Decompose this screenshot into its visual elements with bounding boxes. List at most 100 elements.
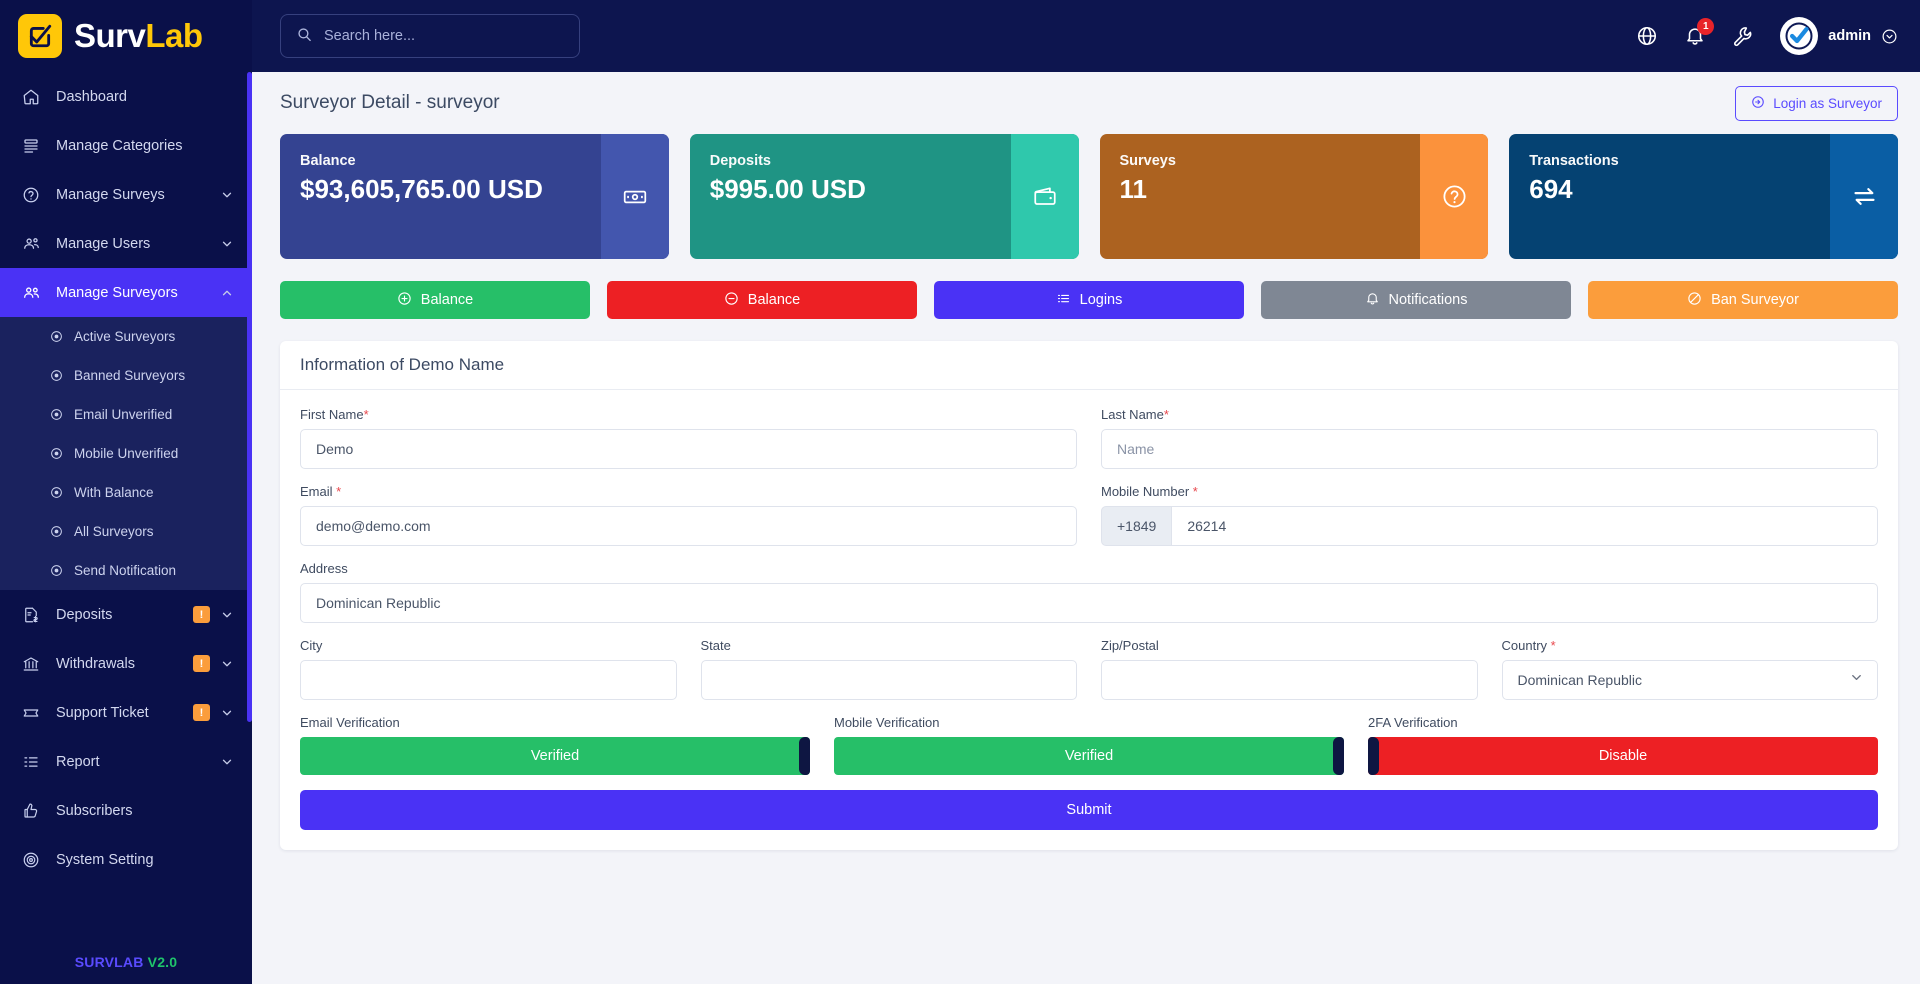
username-label: admin	[1828, 28, 1871, 44]
field-email: Email *	[300, 484, 1077, 546]
sidebar-subitem-label: Active Surveyors	[74, 329, 176, 344]
topbar-right: 1 admin	[1636, 17, 1898, 55]
sidebar-item-system-setting[interactable]: System Setting	[0, 835, 252, 884]
sidebar-item-manage-categories[interactable]: Manage Categories	[0, 121, 252, 170]
sidebar-subitem-all-surveyors[interactable]: All Surveyors	[0, 512, 252, 551]
sidebar-subitem-label: Banned Surveyors	[74, 368, 186, 383]
thumbs-up-icon	[22, 802, 48, 820]
field-first-name: First Name*	[300, 407, 1077, 469]
city-input[interactable]	[300, 660, 677, 700]
bell-icon[interactable]: 1	[1684, 18, 1715, 47]
first-name-input[interactable]	[300, 429, 1077, 469]
zip-postal-input[interactable]	[1101, 660, 1478, 700]
card-body: Transactions 694	[1509, 134, 1830, 259]
required-asterisk: *	[336, 484, 342, 499]
sidebar-subitem-label: With Balance	[74, 485, 154, 500]
brand-logo[interactable]: SurvLab	[0, 0, 252, 72]
verification-toggles: Email Verification Verified Mobile Verif…	[300, 715, 1878, 775]
sidebar-item-manage-surveyors[interactable]: Manage Surveyors	[0, 268, 252, 317]
dot-circle-icon	[50, 447, 72, 460]
dot-circle-icon	[50, 330, 72, 343]
avatar	[1780, 17, 1819, 55]
sidebar-subitem-banned-surveyors[interactable]: Banned Surveyors	[0, 356, 252, 395]
card-value: 11	[1119, 174, 1148, 204]
dot-circle-icon	[50, 369, 72, 382]
globe-icon[interactable]	[1636, 25, 1658, 47]
bell-icon	[1365, 291, 1380, 310]
search-input[interactable]	[324, 28, 564, 44]
action-label: Notifications	[1388, 292, 1468, 308]
country-select-wrap: Dominican Republic	[1501, 660, 1878, 700]
card-body: Balance $93,605,765.00 USD	[280, 134, 601, 259]
submit-button[interactable]: Submit	[300, 790, 1878, 830]
logins-button[interactable]: Logins	[934, 281, 1244, 319]
sidebar-subitem-mobile-unverified[interactable]: Mobile Unverified	[0, 434, 252, 473]
form-row-contact: Email * Mobile Number * +1849	[300, 484, 1878, 546]
action-buttons: Balance Balance Logins Notifications Ban…	[280, 281, 1898, 319]
sidebar-scrollbar[interactable]	[247, 72, 252, 722]
twofa-verification-toggle[interactable]: Disable	[1368, 737, 1878, 775]
stat-card-balance[interactable]: Balance $93,605,765.00 USD	[280, 134, 669, 259]
app-root: SurvLab Dashboard Manage Categories Mana…	[0, 0, 1920, 984]
email-input[interactable]	[300, 506, 1077, 546]
dot-circle-icon	[50, 525, 72, 538]
sidebar-item-report[interactable]: Report	[0, 737, 252, 786]
sidebar-item-dashboard[interactable]: Dashboard	[0, 72, 252, 121]
sidebar-item-deposits[interactable]: Deposits !	[0, 590, 252, 639]
sidebar-item-manage-users[interactable]: Manage Users	[0, 219, 252, 268]
checkbox-check-icon	[18, 14, 62, 58]
state-input[interactable]	[700, 660, 1077, 700]
country-select[interactable]: Dominican Republic	[1501, 660, 1878, 700]
dot-circle-icon	[50, 564, 72, 577]
card-value: $995.00 USD	[709, 174, 866, 204]
add-balance-button[interactable]: Balance	[280, 281, 590, 319]
sidebar-item-label: Withdrawals	[56, 655, 135, 672]
subtract-balance-button[interactable]: Balance	[607, 281, 917, 319]
action-label: Logins	[1079, 292, 1123, 308]
stat-card-surveys[interactable]: Surveys 11	[1099, 134, 1489, 259]
bank-icon	[22, 655, 48, 673]
email-verification-toggle[interactable]: Verified	[300, 737, 810, 775]
stat-card-deposits[interactable]: Deposits $995.00 USD	[689, 134, 1079, 259]
sidebar-item-withdrawals[interactable]: Withdrawals !	[0, 639, 252, 688]
stat-card-transactions[interactable]: Transactions 694	[1509, 134, 1898, 259]
wrench-icon[interactable]	[1732, 25, 1754, 47]
notifications-button[interactable]: Notifications	[1261, 281, 1571, 319]
address-input[interactable]	[300, 583, 1878, 623]
chevron-down-icon[interactable]	[1881, 28, 1898, 45]
minus-circle-icon	[724, 291, 739, 310]
status-badge: !	[193, 606, 210, 623]
card-label: Deposits	[709, 153, 771, 169]
mobile-verification-toggle[interactable]: Verified	[834, 737, 1344, 775]
sidebar-subitem-with-balance[interactable]: With Balance	[0, 473, 252, 512]
sidebar-subitem-send-notification[interactable]: Send Notification	[0, 551, 252, 590]
user-menu[interactable]: admin	[1780, 17, 1898, 55]
search-box[interactable]	[280, 14, 580, 58]
toggle-state-label: Verified	[1064, 748, 1114, 764]
version-number: V2.0	[147, 954, 178, 970]
country-label: Country *	[1502, 638, 1879, 653]
sidebar-item-label: Subscribers	[56, 802, 133, 819]
mobile-number-input[interactable]	[1171, 506, 1878, 546]
last-name-input[interactable]	[1101, 429, 1878, 469]
first-name-label: First Name*	[300, 407, 1077, 422]
sidebar-nav: Dashboard Manage Categories Manage Surve…	[0, 72, 252, 948]
sidebar-item-label: Manage Users	[56, 235, 151, 252]
login-as-surveyor-button[interactable]: Login as Surveyor	[1735, 85, 1898, 121]
sidebar-item-manage-surveys[interactable]: Manage Surveys	[0, 170, 252, 219]
chevron-down-icon	[220, 755, 234, 769]
sidebar-subitem-active-surveyors[interactable]: Active Surveyors	[0, 317, 252, 356]
email-label: Email *	[300, 484, 1077, 499]
ban-icon	[1687, 291, 1702, 310]
sidebar-item-subscribers[interactable]: Subscribers	[0, 786, 252, 835]
mobile-verification-label: Mobile Verification	[834, 715, 940, 730]
chevron-down-icon	[220, 608, 234, 622]
label-text: Email	[300, 484, 333, 499]
exchange-icon	[1830, 134, 1898, 259]
surveyor-info-panel: Information of Demo Name First Name* Las…	[280, 341, 1898, 850]
ban-surveyor-button[interactable]: Ban Surveyor	[1588, 281, 1898, 319]
action-label: Balance	[420, 292, 474, 308]
sidebar-subitem-email-unverified[interactable]: Email Unverified	[0, 395, 252, 434]
sidebar-item-support-ticket[interactable]: Support Ticket !	[0, 688, 252, 737]
home-icon	[22, 88, 48, 106]
